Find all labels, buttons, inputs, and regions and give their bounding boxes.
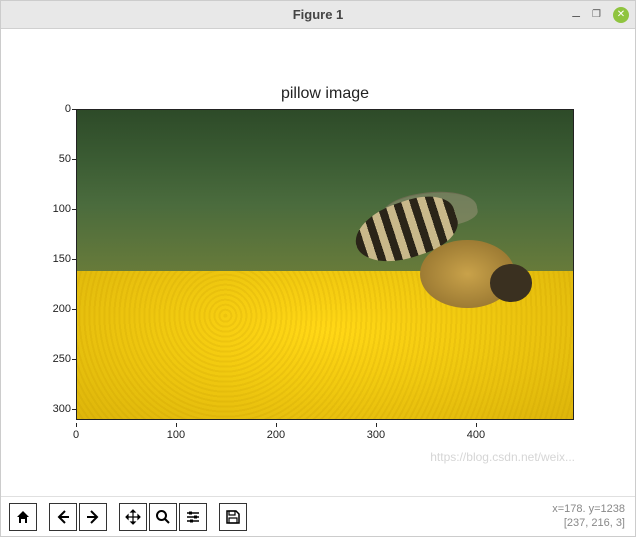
y-tick-label: 100 (53, 203, 71, 215)
arrow-left-icon (55, 509, 71, 525)
home-button[interactable] (9, 503, 37, 531)
close-button[interactable]: ✕ (613, 7, 629, 23)
configure-button[interactable] (179, 503, 207, 531)
y-tick-label: 0 (65, 103, 71, 115)
x-tick-label: 400 (467, 429, 485, 441)
x-tick-label: 300 (367, 429, 385, 441)
arrow-right-icon (85, 509, 101, 525)
zoom-button[interactable] (149, 503, 177, 531)
minimize-button[interactable]: – (572, 7, 580, 23)
sliders-icon (185, 509, 201, 525)
cursor-coords: x=178. y=1238 [237, 216, 3] (552, 503, 625, 529)
back-button[interactable] (49, 503, 77, 531)
save-button[interactable] (219, 503, 247, 531)
y-tick-label: 300 (53, 403, 71, 415)
toolbar: x=178. y=1238 [237, 216, 3] (1, 496, 635, 536)
forward-button[interactable] (79, 503, 107, 531)
x-axis: 0 100 200 300 400 (76, 423, 574, 443)
x-tick-label: 0 (73, 429, 79, 441)
move-icon (125, 509, 141, 525)
plot-image-area[interactable] (76, 109, 574, 420)
maximize-button[interactable]: ❐ (592, 9, 601, 20)
titlebar: Figure 1 – ❐ ✕ (1, 1, 635, 29)
x-tick-label: 100 (167, 429, 185, 441)
y-tick-label: 50 (59, 153, 71, 165)
home-icon (15, 509, 31, 525)
pan-button[interactable] (119, 503, 147, 531)
watermark-text: https://blog.csdn.net/weix... (430, 450, 575, 464)
window-title: Figure 1 (293, 7, 344, 22)
y-tick-label: 200 (53, 303, 71, 315)
y-axis: 0 50 100 150 200 250 300 (41, 109, 71, 420)
y-tick-label: 150 (53, 253, 71, 265)
displayed-image (76, 109, 574, 420)
y-tick-label: 250 (53, 353, 71, 365)
figure-canvas[interactable]: pillow image 0 50 100 150 200 250 (1, 29, 635, 496)
zoom-icon (155, 509, 171, 525)
save-icon (225, 509, 241, 525)
x-tick-label: 200 (267, 429, 285, 441)
coords-xy: x=178. y=1238 (552, 503, 625, 516)
plot-title: pillow image (76, 85, 574, 103)
coords-pixel: [237, 216, 3] (552, 517, 625, 530)
